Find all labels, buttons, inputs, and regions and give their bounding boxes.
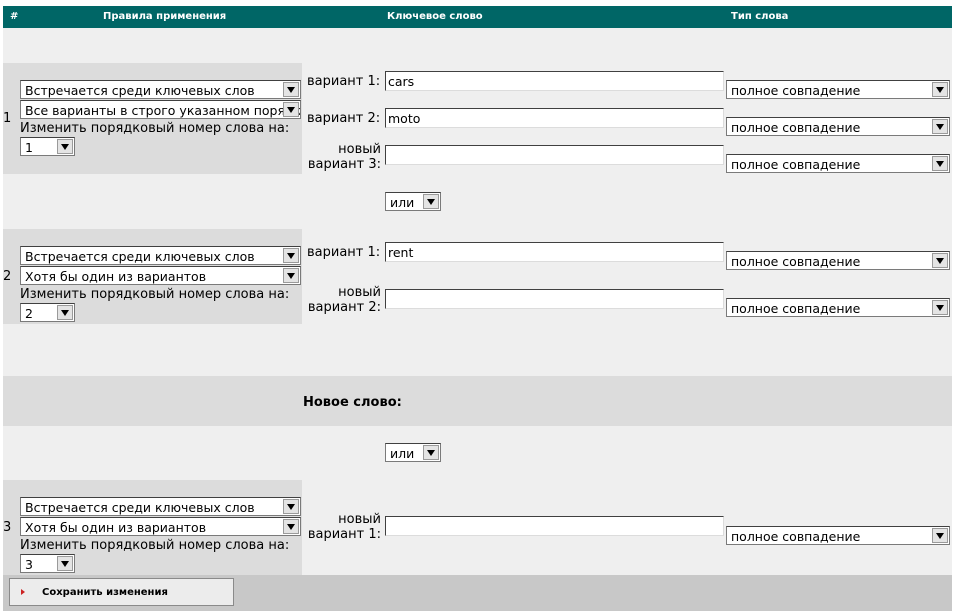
word-1-reorder-label: Изменить порядковый номер слова на: [20, 121, 290, 136]
word-1-occurrence-value: Встречается среди ключевых слов [25, 83, 255, 98]
word-1-variant-1-value: cars [388, 74, 415, 89]
new-word-label: Новое слово: [303, 395, 402, 410]
chevron-down-icon [283, 268, 299, 283]
chevron-down-icon [57, 139, 73, 154]
word-1-new-variant-type-value: полное совпадение [731, 157, 861, 172]
word-2-variant-1-type-value: полное совпадение [731, 254, 861, 269]
word-3-new-variant-type-value: полное совпадение [731, 529, 861, 544]
new-label-line1: новый [338, 285, 381, 300]
word-2-variant-1-type-select[interactable]: полное совпадение [726, 251, 950, 270]
word-2-occurrence-select[interactable]: Встречается среди ключевых слов [20, 246, 301, 265]
word-1-number: 1 [3, 111, 12, 126]
word-2-variant-1-label: вариант 1: [307, 245, 381, 260]
word-3-new-variant-label: новый вариант 1: [300, 512, 381, 542]
chevron-down-icon [932, 253, 948, 268]
chevron-down-icon [932, 156, 948, 171]
header-rules: Правила применения [103, 11, 227, 22]
header-number: # [10, 11, 19, 22]
word-1-new-variant-type-select[interactable]: полное совпадение [726, 154, 950, 173]
word-1-variant-1-type-select[interactable]: полное совпадение [726, 80, 950, 99]
word-3-number: 3 [3, 520, 12, 535]
word-3-variant-rule-select[interactable]: Хотя бы один из вариантов [20, 517, 301, 536]
word-3-occurrence-select[interactable]: Встречается среди ключевых слов [20, 497, 301, 516]
connector-2-select[interactable]: или [385, 443, 441, 462]
chevron-down-icon [57, 556, 73, 571]
word-3-new-variant-type-select[interactable]: полное совпадение [726, 526, 950, 545]
word-1-order-select[interactable]: 1 [20, 137, 75, 156]
word-2-new-variant-type-value: полное совпадение [731, 301, 861, 316]
word-2-variant-rule-select[interactable]: Хотя бы один из вариантов [20, 266, 301, 285]
new-label-line2: вариант 2: [307, 300, 381, 315]
save-button-label: Сохранить изменения [42, 587, 168, 598]
chevron-down-icon [932, 528, 948, 543]
word-1-variant-2-value: moto [388, 111, 421, 126]
word-1-variant-rule-value: Все варианты в строго указанном порядке [25, 103, 301, 118]
chevron-down-icon [932, 82, 948, 97]
word-2-order-select[interactable]: 2 [20, 303, 75, 322]
header-keyword: Ключевое слово [387, 11, 483, 22]
new-label-line1: новый [338, 142, 381, 157]
word-1-variant-2-type-select[interactable]: полное совпадение [726, 117, 950, 136]
word-1-order-value: 1 [25, 140, 33, 155]
arrow-right-icon [21, 589, 25, 595]
word-1-occurrence-select[interactable]: Встречается среди ключевых слов [20, 80, 301, 99]
new-label-line2: вариант 1: [307, 527, 381, 542]
new-label-line2: вариант 3: [307, 157, 381, 172]
chevron-down-icon [283, 248, 299, 263]
word-1-variant-2-label: вариант 2: [307, 111, 381, 126]
word-1-variant-1-type-value: полное совпадение [731, 83, 861, 98]
word-2-variant-1-input[interactable]: rent [385, 242, 724, 262]
chevron-down-icon [423, 445, 439, 460]
chevron-down-icon [423, 194, 439, 209]
word-2-reorder-label: Изменить порядковый номер слова на: [20, 287, 290, 302]
word-3-occurrence-value: Встречается среди ключевых слов [25, 500, 255, 515]
connector-1-value: или [390, 195, 415, 210]
new-label-line1: новый [338, 512, 381, 527]
word-3-order-value: 3 [25, 557, 33, 572]
word-1-variant-2-type-value: полное совпадение [731, 120, 861, 135]
table-header: # Правила применения Ключевое слово Тип … [3, 6, 952, 28]
chevron-down-icon [57, 305, 73, 320]
chevron-down-icon [283, 102, 299, 117]
word-1-new-variant-input[interactable] [385, 145, 724, 165]
word-1-new-variant-label: новый вариант 3: [300, 142, 381, 172]
word-2-occurrence-value: Встречается среди ключевых слов [25, 249, 255, 264]
chevron-down-icon [283, 82, 299, 97]
new-word-band [3, 376, 952, 426]
word-3-variant-rule-value: Хотя бы один из вариантов [25, 520, 207, 535]
chevron-down-icon [283, 499, 299, 514]
word-3-order-select[interactable]: 3 [20, 554, 75, 573]
word-1-variant-rule-select[interactable]: Все варианты в строго указанном порядке [20, 100, 301, 119]
connector-2-value: или [390, 446, 415, 461]
word-2-new-variant-label: новый вариант 2: [300, 285, 381, 315]
word-3-new-variant-input[interactable] [385, 516, 724, 536]
word-1-variant-1-label: вариант 1: [307, 74, 381, 89]
word-3-reorder-label: Изменить порядковый номер слова на: [20, 538, 290, 553]
word-2-new-variant-input[interactable] [385, 289, 724, 309]
chevron-down-icon [932, 300, 948, 315]
chevron-down-icon [283, 519, 299, 534]
word-2-new-variant-type-select[interactable]: полное совпадение [726, 298, 950, 317]
word-1-variant-1-input[interactable]: cars [385, 71, 724, 91]
connector-1-select[interactable]: или [385, 192, 441, 211]
word-2-variant-rule-value: Хотя бы один из вариантов [25, 269, 207, 284]
word-2-variant-1-value: rent [388, 245, 414, 260]
word-2-number: 2 [3, 269, 12, 284]
chevron-down-icon [932, 119, 948, 134]
word-2-order-value: 2 [25, 306, 33, 321]
save-button[interactable]: Сохранить изменения [9, 578, 234, 606]
header-word-type: Тип слова [731, 11, 789, 22]
word-1-variant-2-input[interactable]: moto [385, 108, 724, 128]
